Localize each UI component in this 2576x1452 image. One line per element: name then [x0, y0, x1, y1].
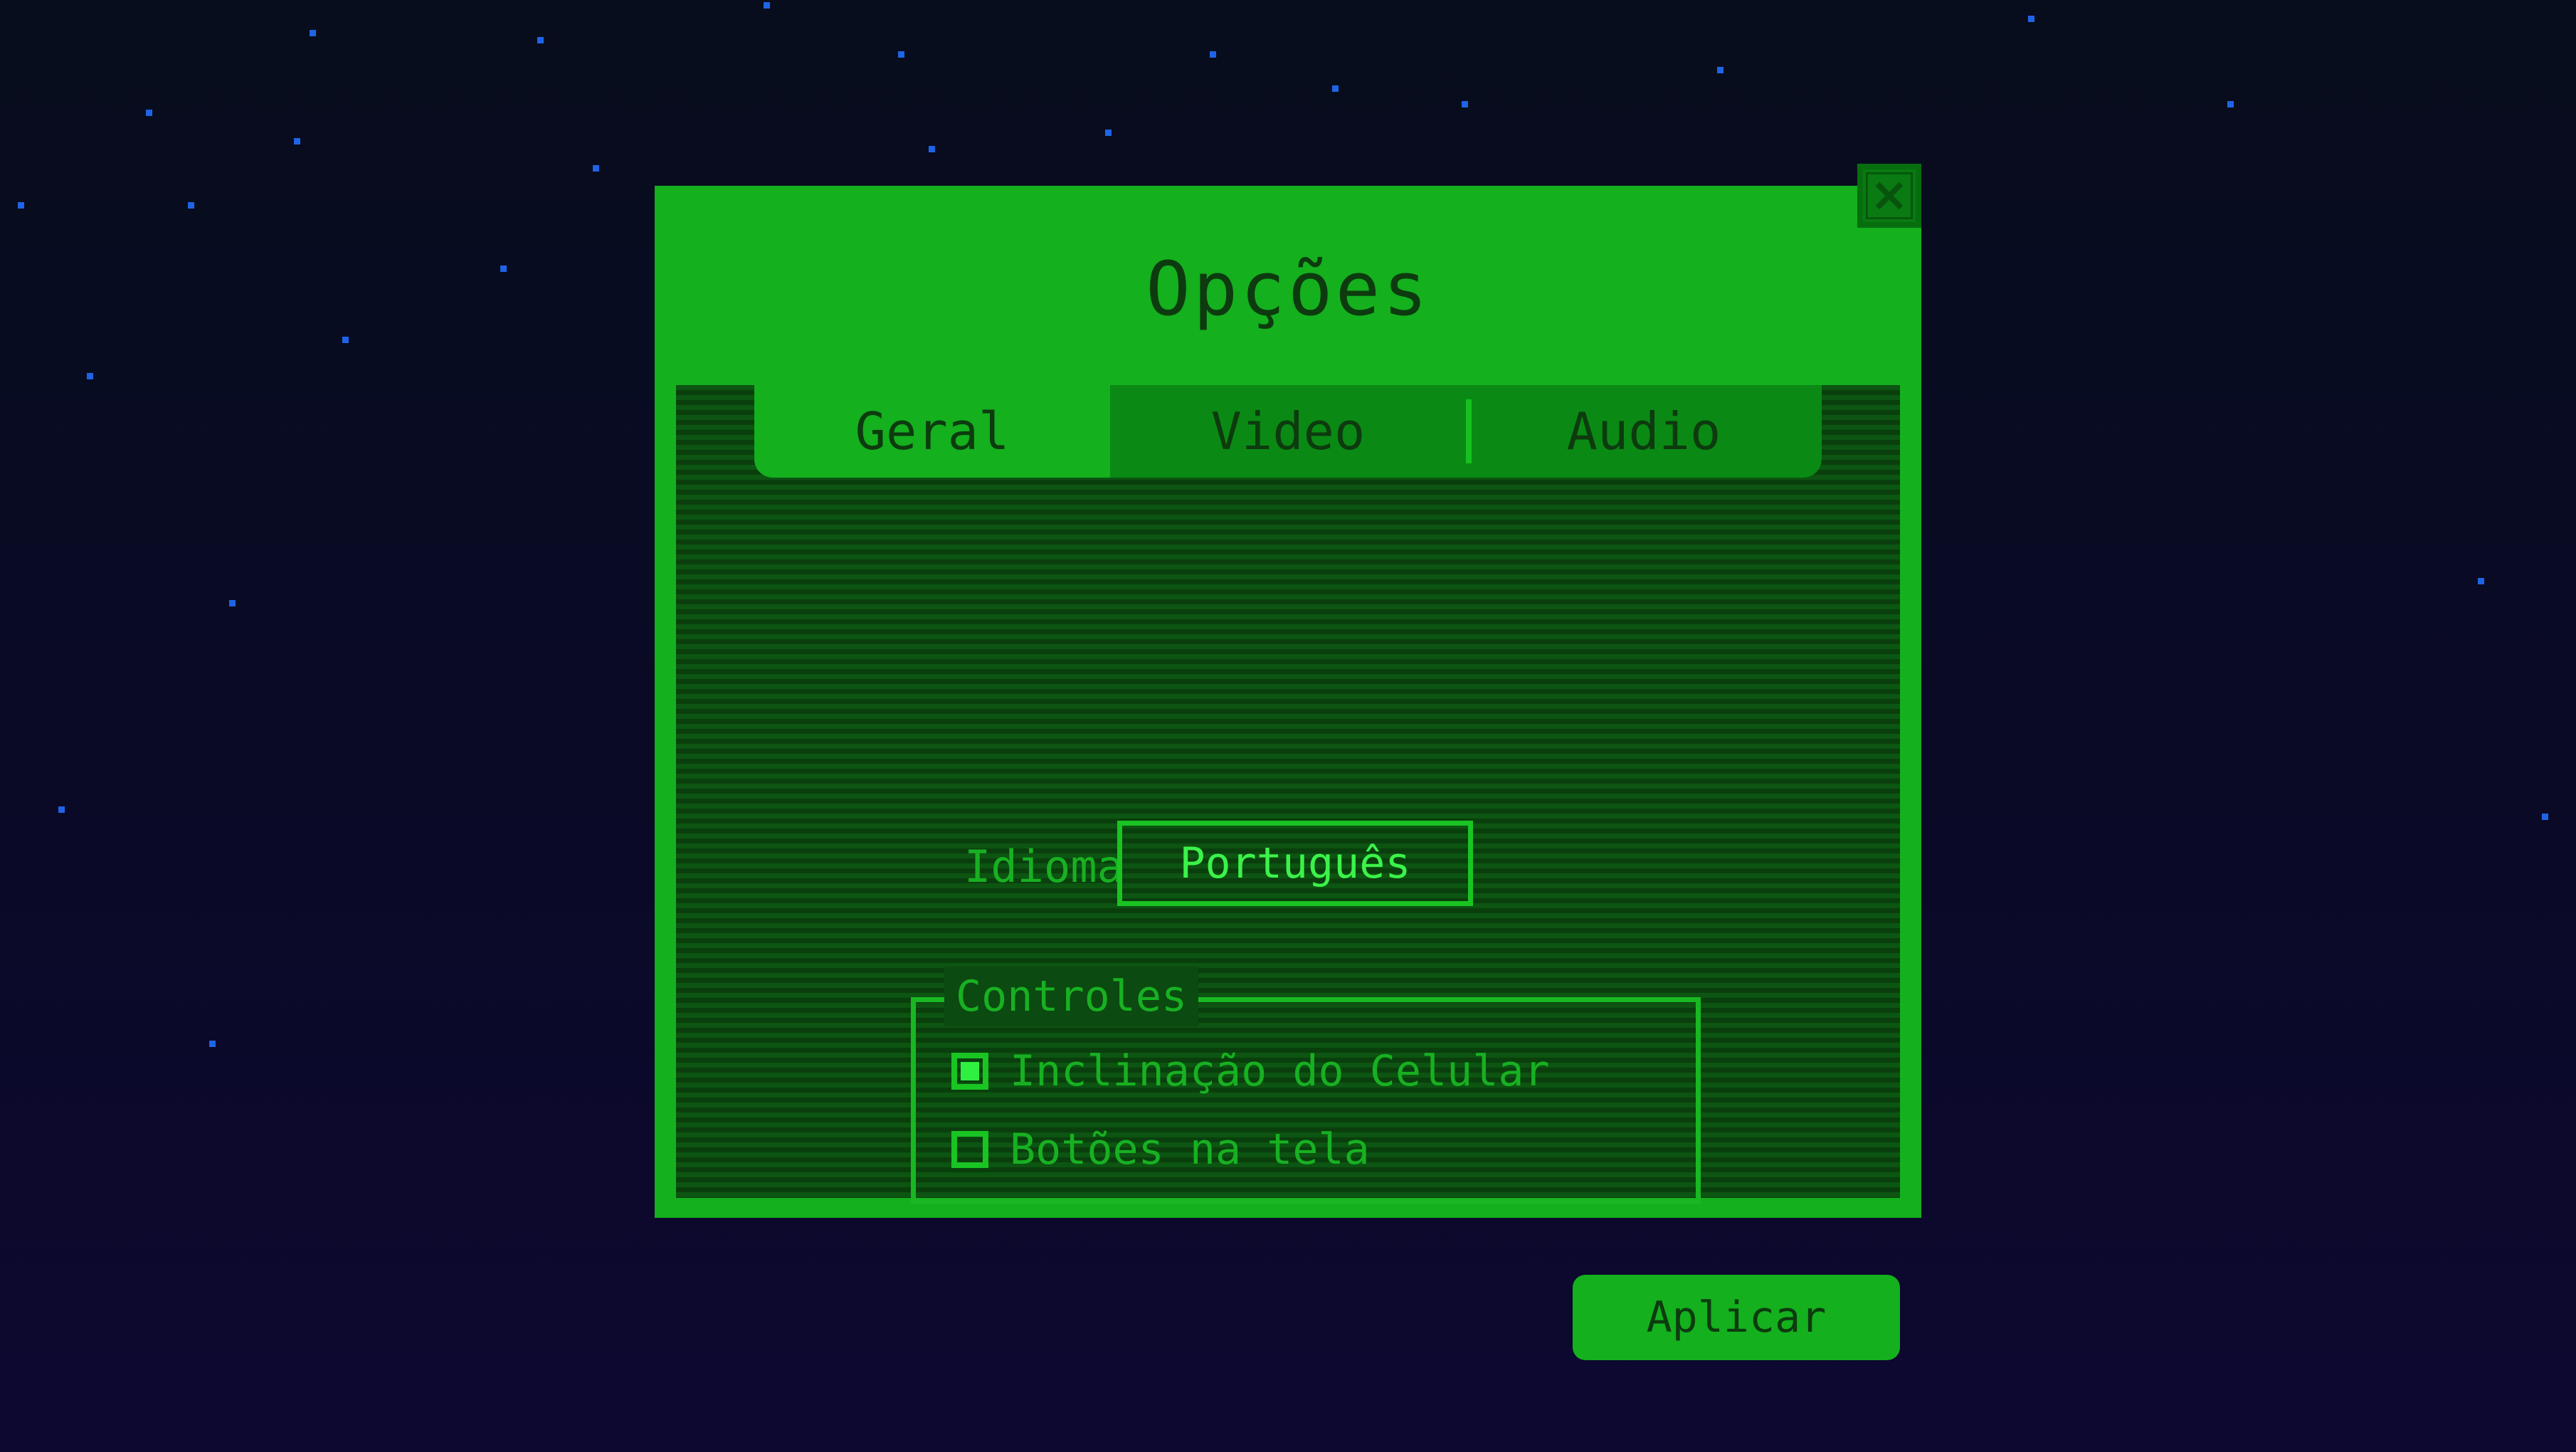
tilt-control-checkbox[interactable] [951, 1053, 988, 1090]
star [1332, 85, 1339, 92]
checkbox-checked-mark [961, 1062, 979, 1080]
star [2227, 101, 2234, 107]
star [188, 202, 194, 209]
star [1462, 101, 1468, 107]
controls-group: Controles Inclinação do Celular Botões n… [911, 967, 1701, 1204]
close-icon [1866, 172, 1913, 219]
star [1210, 51, 1216, 58]
options-dialog: Opções Geral Video Audio Idioma Portuguê… [655, 186, 1921, 1360]
language-select[interactable]: Português [1117, 821, 1473, 906]
tab-general[interactable]: Geral [754, 385, 1110, 478]
language-label: Idioma [964, 841, 1124, 893]
controls-legend: Controles [944, 967, 1199, 1026]
star [310, 30, 316, 36]
star [764, 2, 770, 9]
star [500, 265, 507, 272]
star [1105, 130, 1112, 136]
star [898, 51, 904, 58]
dialog-title: Opções [1146, 246, 1430, 332]
tab-video[interactable]: Video [1110, 385, 1466, 478]
tab-bar: Geral Video Audio [754, 385, 1822, 478]
star [209, 1041, 216, 1047]
star [2028, 16, 2034, 22]
tab-video-label: Video [1210, 401, 1366, 461]
star [593, 165, 599, 172]
star [2542, 814, 2548, 820]
tab-general-label: Geral [855, 401, 1010, 461]
star [1717, 67, 1724, 73]
onscreen-buttons-option[interactable]: Botões na tela [951, 1125, 1370, 1174]
apply-button-label: Aplicar [1646, 1293, 1827, 1342]
settings-panel: Geral Video Audio Idioma Português Contr… [676, 385, 1900, 1360]
tab-divider [1466, 399, 1472, 463]
apply-button[interactable]: Aplicar [1573, 1275, 1900, 1360]
star [58, 806, 65, 813]
tab-audio-label: Audio [1566, 401, 1721, 461]
tab-audio[interactable]: Audio [1466, 385, 1822, 478]
star [537, 37, 544, 43]
language-value: Português [1179, 838, 1411, 888]
onscreen-buttons-checkbox[interactable] [951, 1131, 988, 1168]
close-button[interactable] [1857, 164, 1921, 228]
star [929, 146, 935, 152]
star [229, 600, 236, 606]
tilt-control-label: Inclinação do Celular [1010, 1046, 1550, 1096]
onscreen-buttons-label: Botões na tela [1010, 1125, 1370, 1174]
star [146, 110, 152, 116]
tilt-control-option[interactable]: Inclinação do Celular [951, 1046, 1550, 1096]
star [294, 138, 300, 144]
star [342, 337, 349, 343]
star [2478, 578, 2484, 584]
star [18, 202, 24, 209]
star [87, 373, 93, 379]
